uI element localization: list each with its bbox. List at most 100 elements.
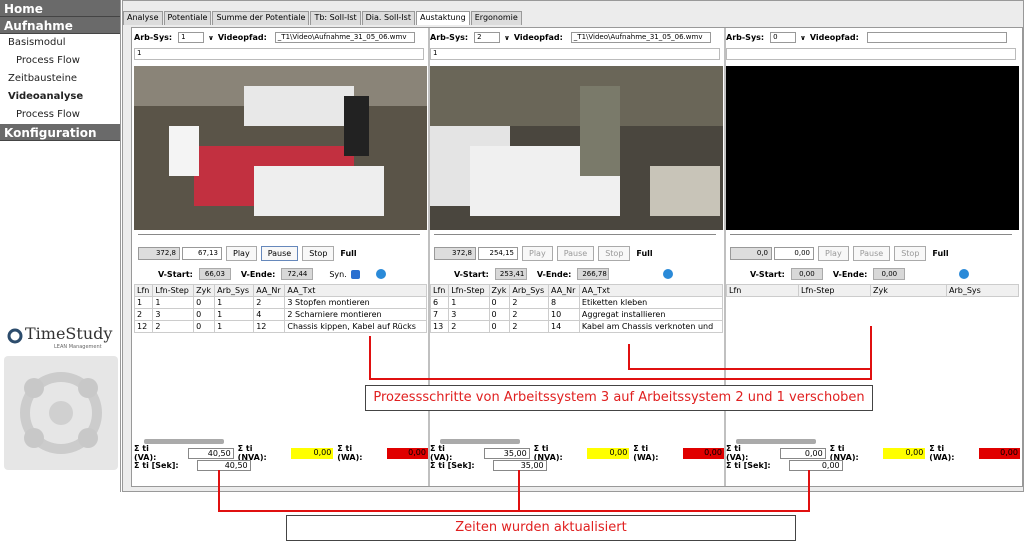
col-lfn[interactable]: Lfn <box>133 284 154 297</box>
video-slider[interactable] <box>730 234 1012 235</box>
video-player[interactable] <box>430 66 723 230</box>
col-lfn[interactable]: Lfn <box>429 284 450 297</box>
videopfad-label: Videopfad: <box>809 33 859 42</box>
table-row[interactable]: 230142 Scharniere montieren <box>133 308 427 321</box>
pause-button[interactable]: Pause <box>260 246 299 261</box>
nav-videoanalyse[interactable]: Videoanalyse <box>0 88 120 106</box>
col-aa-txt[interactable]: AA_Txt <box>284 284 427 297</box>
tab-analyse[interactable]: Analyse <box>123 11 163 25</box>
col-zyk[interactable]: Zyk <box>870 284 947 297</box>
play-button[interactable]: Play <box>522 246 553 261</box>
current-time-field[interactable]: 67,13 <box>182 247 222 260</box>
ti-sek-value: 35,00 <box>492 459 547 471</box>
nav-process-flow-1[interactable]: Process Flow <box>0 52 120 70</box>
logo-subtitle: LEAN Management <box>54 344 102 350</box>
ti-nva-value: 0,00 <box>586 447 630 459</box>
cell: 2 <box>509 296 549 309</box>
nav-home[interactable]: Home <box>0 0 120 17</box>
col-arb-sys[interactable]: Arb_Sys <box>509 284 549 297</box>
col-lfn-step[interactable]: Lfn-Step <box>798 284 871 297</box>
current-time-field[interactable]: 254,15 <box>478 247 518 260</box>
table-row[interactable]: 12 2 0 1 12 Chassis kippen, Kabel auf Rücks <box>133 320 427 333</box>
ti-sek-value: 0,00 <box>788 459 843 471</box>
frame-number: 1 <box>430 48 720 60</box>
stop-button[interactable]: Stop <box>598 246 631 261</box>
process-table: Lfn Lfn-Step Zyk Arb_Sys <box>726 284 1019 297</box>
tab-summe-potentiale[interactable]: Summe der Potentiale <box>212 11 310 25</box>
tab-dia-soll-ist[interactable]: Dia. Soll-Ist <box>361 11 415 25</box>
frame-number: 1 <box>134 48 424 60</box>
annotation-arrow <box>870 326 872 380</box>
tab-tb-soll-ist[interactable]: Tb: Soll-Ist <box>310 11 361 25</box>
video-player[interactable] <box>726 66 1019 230</box>
cell: Etiketten kleben <box>578 296 724 309</box>
ti-wa-label: Σ ti (WA): <box>929 444 955 462</box>
vstart-value: 0,00 <box>790 268 823 280</box>
current-time-field[interactable]: 0,00 <box>774 247 814 260</box>
video-slider[interactable] <box>138 234 420 235</box>
col-aa-nr[interactable]: AA_Nr <box>253 284 286 297</box>
col-zyk[interactable]: Zyk <box>488 284 511 297</box>
ti-va-label: Σ ti (VA): <box>134 444 157 462</box>
nav-konfiguration[interactable]: Konfiguration <box>0 124 120 141</box>
vende-value: 0,00 <box>873 268 906 280</box>
vstart-value: 66,03 <box>198 268 231 280</box>
refresh-icon[interactable] <box>663 269 674 279</box>
arbsys-select[interactable]: 1 <box>178 32 205 43</box>
ti-va-label: Σ ti (VA): <box>430 444 453 462</box>
table-row[interactable]: 7 3 0 2 10 Aggregat installieren <box>429 308 724 321</box>
tab-ergonomie[interactable]: Ergonomie <box>470 11 522 25</box>
cell: 0 <box>488 308 511 321</box>
arbsys-select[interactable]: 0 <box>770 32 797 43</box>
arbsys-select[interactable]: 2 <box>474 32 501 43</box>
video-slider[interactable] <box>434 234 716 235</box>
col-lfn-step[interactable]: Lfn-Step <box>448 284 490 297</box>
col-arb-sys[interactable]: Arb_Sys <box>946 284 1019 297</box>
refresh-icon[interactable] <box>959 269 970 279</box>
col-lfn-step[interactable]: Lfn-Step <box>152 284 195 297</box>
play-button[interactable]: Play <box>818 246 849 261</box>
cell: 1 <box>152 296 195 309</box>
nav-process-flow-2[interactable]: Process Flow <box>0 106 120 124</box>
ti-nva-value: 0,00 <box>882 447 926 459</box>
tab-austaktung[interactable]: Austaktung <box>415 11 470 25</box>
callout-updated: Zeiten wurden aktualisiert <box>286 515 796 541</box>
syn-checkbox[interactable] <box>350 269 360 279</box>
col-aa-txt[interactable]: AA_Txt <box>578 284 724 297</box>
cell: 14 <box>548 320 580 333</box>
stop-button[interactable]: Stop <box>302 246 335 261</box>
ti-sek-label: Σ ti [Sek]: <box>726 460 771 470</box>
table-row[interactable]: 6 1 0 2 8 Etiketten kleben <box>429 296 724 309</box>
pause-button[interactable]: Pause <box>556 246 595 261</box>
full-button[interactable]: Full <box>340 249 356 258</box>
cell: 2 <box>509 308 549 321</box>
cell: Aggregat installieren <box>578 308 724 321</box>
video-player[interactable] <box>134 66 427 230</box>
refresh-icon[interactable] <box>375 269 386 279</box>
nav-basismodul[interactable]: Basismodul <box>0 34 120 52</box>
col-zyk[interactable]: Zyk <box>193 284 216 297</box>
nav-zeitbausteine[interactable]: Zeitbausteine <box>0 70 120 88</box>
annotation-arrow <box>628 368 872 370</box>
ti-sek-label: Σ ti [Sek]: <box>430 460 475 470</box>
stop-button[interactable]: Stop <box>894 246 927 261</box>
vstart-value: 253,41 <box>494 268 527 280</box>
table-row[interactable]: 13 2 0 2 14 Kabel am Chassis verknoten und <box>429 320 724 333</box>
ti-sek-value: 40,50 <box>196 459 251 471</box>
col-lfn[interactable]: Lfn <box>726 284 799 297</box>
table-row[interactable]: 110123 Stopfen montieren <box>133 296 427 309</box>
ti-wa-value: 0,00 <box>387 447 428 459</box>
cell: 8 <box>548 296 580 309</box>
nav-aufnahme[interactable]: Aufnahme <box>0 17 120 34</box>
col-aa-nr[interactable]: AA_Nr <box>548 284 580 297</box>
pause-button[interactable]: Pause <box>852 246 891 261</box>
tab-potentiale[interactable]: Potentiale <box>163 11 212 25</box>
videopfad-field[interactable]: _T1\Video\Aufnahme_31_05_06.wmv <box>570 32 711 43</box>
full-button[interactable]: Full <box>636 249 652 258</box>
vende-value: 266,78 <box>577 268 610 280</box>
videopfad-field[interactable]: _T1\Video\Aufnahme_31_05_06.wmv <box>274 32 415 43</box>
full-button[interactable]: Full <box>932 249 948 258</box>
col-arb-sys[interactable]: Arb_Sys <box>214 284 255 297</box>
videopfad-field[interactable] <box>866 32 1007 43</box>
play-button[interactable]: Play <box>226 246 257 261</box>
